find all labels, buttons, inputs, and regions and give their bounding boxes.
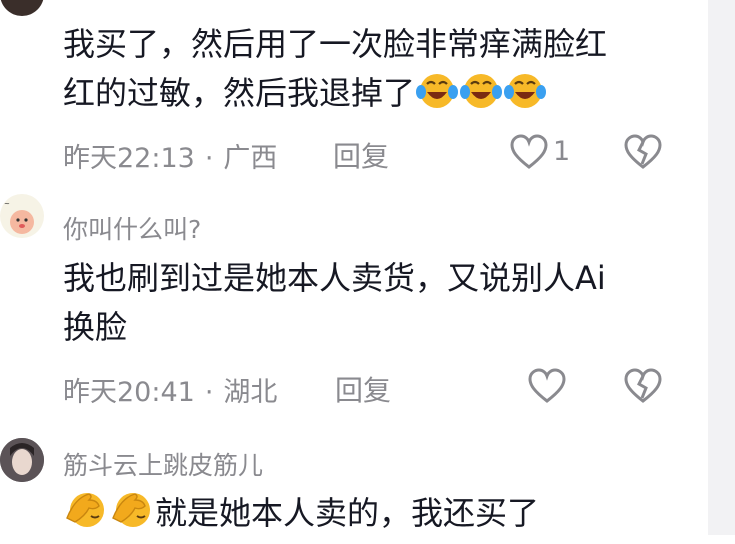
comment-username[interactable]: 筋斗云上跳皮筋儿 (63, 446, 263, 482)
avatar[interactable]: ~ (0, 194, 44, 238)
comment-meta: 昨天20:41 · 湖北 (63, 370, 277, 409)
crying-laughing-emoji-icon (459, 70, 503, 124)
comment-text: 我也刷到过是她本人卖货，又说别人Ai 换脸 (63, 254, 663, 352)
crying-laughing-emoji-icon (415, 70, 459, 124)
comment-text-line: 我也刷到过是她本人卖货，又说别人Ai (63, 259, 606, 297)
comment-location: 广西 (223, 143, 278, 174)
broken-heart-icon (624, 368, 662, 403)
comment-location: 湖北 (223, 377, 278, 408)
crying-laughing-emoji-icon (503, 70, 547, 124)
like-button[interactable] (510, 134, 548, 174)
like-count: 1 (553, 136, 571, 167)
comment-item: 筋斗云上跳皮筋儿 就是她本人卖的，我还买了 (0, 430, 708, 535)
reply-button[interactable]: 回复 (333, 135, 389, 175)
comment-text: 就是她本人卖的，我还买了 (63, 488, 663, 544)
comment-meta: 昨天22:13 · 广西 (63, 136, 277, 175)
reply-button[interactable]: 回复 (335, 369, 391, 409)
broken-heart-icon (624, 134, 662, 169)
comment-time: 昨天20:41 (63, 377, 195, 408)
dislike-button[interactable] (624, 368, 662, 408)
meta-separator: · (204, 377, 214, 408)
dislike-button[interactable] (624, 134, 662, 174)
svg-text:~: ~ (4, 200, 10, 208)
scrollbar-track[interactable] (708, 0, 735, 535)
comment-username[interactable]: 你叫什么叫? (63, 210, 201, 246)
comment-text-line: 就是她本人卖的，我还买了 (155, 494, 540, 532)
comment-text-line: 换脸 (63, 308, 128, 346)
heart-icon (528, 368, 566, 403)
avatar[interactable] (0, 438, 44, 482)
meta-separator: · (204, 143, 214, 174)
comment-text-line: 红的过敏，然后我退掉了 (63, 74, 416, 112)
comment-text-line: 我买了，然后用了一次脸非常痒满脸红 (63, 25, 608, 63)
facepalm-emoji-icon (63, 488, 109, 544)
facepalm-emoji-icon (109, 488, 155, 544)
heart-icon (510, 134, 548, 169)
avatar[interactable] (0, 0, 44, 16)
comment-item: 我买了，然后用了一次脸非常痒满脸红 红的过敏，然后我退掉了 昨天22:13 · 广西… (0, 0, 708, 180)
comment-text: 我买了，然后用了一次脸非常痒满脸红 红的过敏，然后我退掉了 (63, 20, 663, 124)
comment-item: ~ 你叫什么叫? 我也刷到过是她本人卖货，又说别人Ai 换脸 昨天20:41 · 湖… (0, 190, 708, 415)
like-button[interactable] (528, 368, 566, 408)
comment-time: 昨天22:13 (63, 143, 195, 174)
